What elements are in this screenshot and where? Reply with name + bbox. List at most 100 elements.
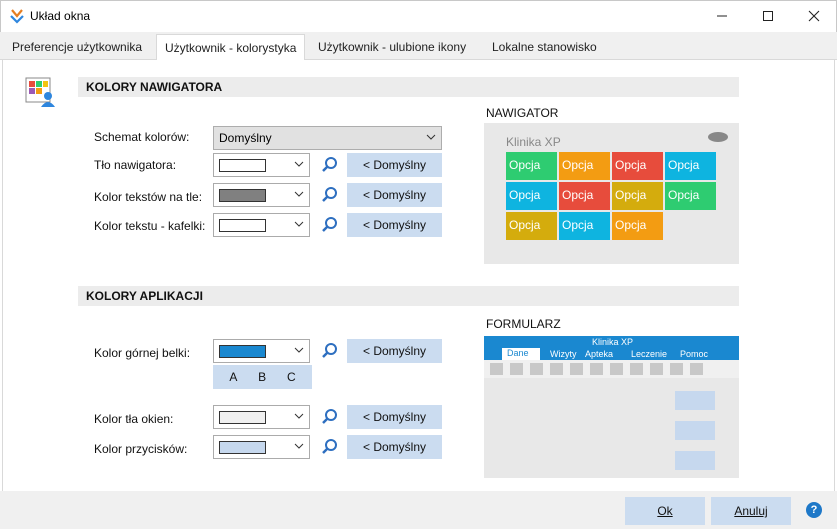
minimize-icon <box>717 15 727 16</box>
nav-tile: Opcja <box>559 212 610 240</box>
form-menu-item: Wizyty <box>550 349 577 359</box>
toolbar-icon <box>530 363 543 375</box>
nav-text-label: Kolor tekstów na tle: <box>94 190 203 204</box>
color-swatch <box>219 441 266 454</box>
option-a[interactable]: A <box>229 370 237 384</box>
nav-bg-label: Tło nawigatora: <box>94 158 177 172</box>
tab-local-workstation[interactable]: Lokalne stanowisko <box>484 36 605 60</box>
close-button[interactable] <box>791 0 837 31</box>
cancel-button[interactable]: Anuluj <box>711 497 791 525</box>
window-bg-label: Kolor tła okien: <box>94 412 174 426</box>
navigator-preview-title: Klinika XP <box>506 135 561 149</box>
nav-tile: Opcja <box>665 182 716 210</box>
nav-bg-default-button[interactable]: < Domyślny <box>347 153 442 177</box>
search-icon <box>322 439 337 454</box>
nav-tile: Opcja <box>612 152 663 180</box>
app-icon <box>9 8 25 24</box>
scheme-label: Schemat kolorów: <box>94 130 190 144</box>
navigator-heading: NAWIGATOR <box>486 106 559 120</box>
preview-button <box>675 451 715 470</box>
color-swatch <box>219 411 266 424</box>
top-bar-default-button[interactable]: < Domyślny <box>347 339 442 363</box>
tab-user-colors[interactable]: Użytkownik - kolorystyka <box>156 34 306 61</box>
nav-bg-pick-button[interactable] <box>315 153 345 177</box>
form-menu-item: Leczenie <box>631 349 668 359</box>
abc-selector[interactable]: A B C <box>213 365 312 389</box>
search-icon <box>322 409 337 424</box>
toolbar-icon <box>630 363 643 375</box>
user-colors-icon <box>24 76 56 108</box>
option-b[interactable]: B <box>258 370 266 384</box>
form-preview-title: Klinika XP <box>592 337 634 347</box>
help-icon[interactable]: ? <box>806 502 822 518</box>
option-c[interactable]: C <box>287 370 296 384</box>
ok-button[interactable]: Ok <box>625 497 705 525</box>
toolbar-icon <box>690 363 703 375</box>
toolbar-icon <box>590 363 603 375</box>
top-bar-pick-button[interactable] <box>315 339 345 363</box>
chevron-down-icon <box>426 134 436 140</box>
toolbar-icon <box>510 363 523 375</box>
toolbar-icon <box>550 363 563 375</box>
color-swatch <box>219 189 266 202</box>
color-swatch <box>219 219 266 232</box>
scheme-select[interactable]: Domyślny <box>213 126 442 150</box>
form-menu-active: Dane <box>502 348 540 360</box>
chevron-down-icon <box>294 443 304 449</box>
tile-text-color-select[interactable] <box>213 213 310 237</box>
nav-tile: Opcja <box>612 212 663 240</box>
buttons-color-label: Kolor przycisków: <box>94 442 188 456</box>
chevron-down-icon <box>294 221 304 227</box>
toolbar-icon <box>610 363 623 375</box>
nav-tile: Opcja <box>665 152 716 180</box>
window-bg-pick-button[interactable] <box>315 405 345 429</box>
toolbar-icon <box>490 363 503 375</box>
color-swatch <box>219 345 266 358</box>
preview-button <box>675 391 715 410</box>
form-menu-item: Pomoc <box>680 349 709 359</box>
minimize-button[interactable] <box>699 0 745 31</box>
window-bg-color-select[interactable] <box>213 405 310 429</box>
window-bg-default-button[interactable]: < Domyślny <box>347 405 442 429</box>
tab-favorite-icons[interactable]: Użytkownik - ulubione ikony <box>310 36 474 60</box>
nav-tile: Opcja <box>506 152 557 180</box>
scheme-value: Domyślny <box>219 131 272 145</box>
preview-button <box>675 421 715 440</box>
chevron-down-icon <box>294 413 304 419</box>
top-bar-label: Kolor górnej belki: <box>94 346 191 360</box>
tile-text-pick-button[interactable] <box>315 213 345 237</box>
buttons-pick-button[interactable] <box>315 435 345 459</box>
nav-tile: Opcja <box>612 182 663 210</box>
top-bar-color-select[interactable] <box>213 339 310 363</box>
search-icon <box>322 187 337 202</box>
form-heading: FORMULARZ <box>486 317 561 331</box>
cloud-icon <box>708 132 728 142</box>
toolbar-icon <box>670 363 683 375</box>
nav-text-color-select[interactable] <box>213 183 310 207</box>
navigator-preview: Klinika XP Opcja Opcja Opcja Opcja Opcja… <box>484 123 739 264</box>
tab-preferences[interactable]: Preferencje użytkownika <box>4 36 150 60</box>
buttons-color-select[interactable] <box>213 435 310 459</box>
nav-text-pick-button[interactable] <box>315 183 345 207</box>
color-swatch <box>219 159 266 172</box>
toolbar-icon <box>650 363 663 375</box>
buttons-default-button[interactable]: < Domyślny <box>347 435 442 459</box>
nav-tile: Opcja <box>506 212 557 240</box>
nav-tile: Opcja <box>559 182 610 210</box>
search-icon <box>322 217 337 232</box>
chevron-down-icon <box>294 191 304 197</box>
tile-text-default-button[interactable]: < Domyślny <box>347 213 442 237</box>
form-preview: Klinika XP Dane Wizyty Apteka Leczenie P… <box>484 336 739 478</box>
nav-tile: Opcja <box>559 152 610 180</box>
form-menu-item: Apteka <box>585 349 614 359</box>
nav-bg-color-select[interactable] <box>213 153 310 177</box>
tile-text-label: Kolor tekstu - kafelki: <box>94 219 206 233</box>
nav-text-default-button[interactable]: < Domyślny <box>347 183 442 207</box>
nav-tile: Opcja <box>506 182 557 210</box>
search-icon <box>322 157 337 172</box>
toolbar-icon <box>570 363 583 375</box>
maximize-button[interactable] <box>745 0 791 31</box>
maximize-icon <box>763 10 773 21</box>
close-icon <box>808 10 820 21</box>
section-navigator-colors: KOLORY NAWIGATORA <box>78 77 739 97</box>
